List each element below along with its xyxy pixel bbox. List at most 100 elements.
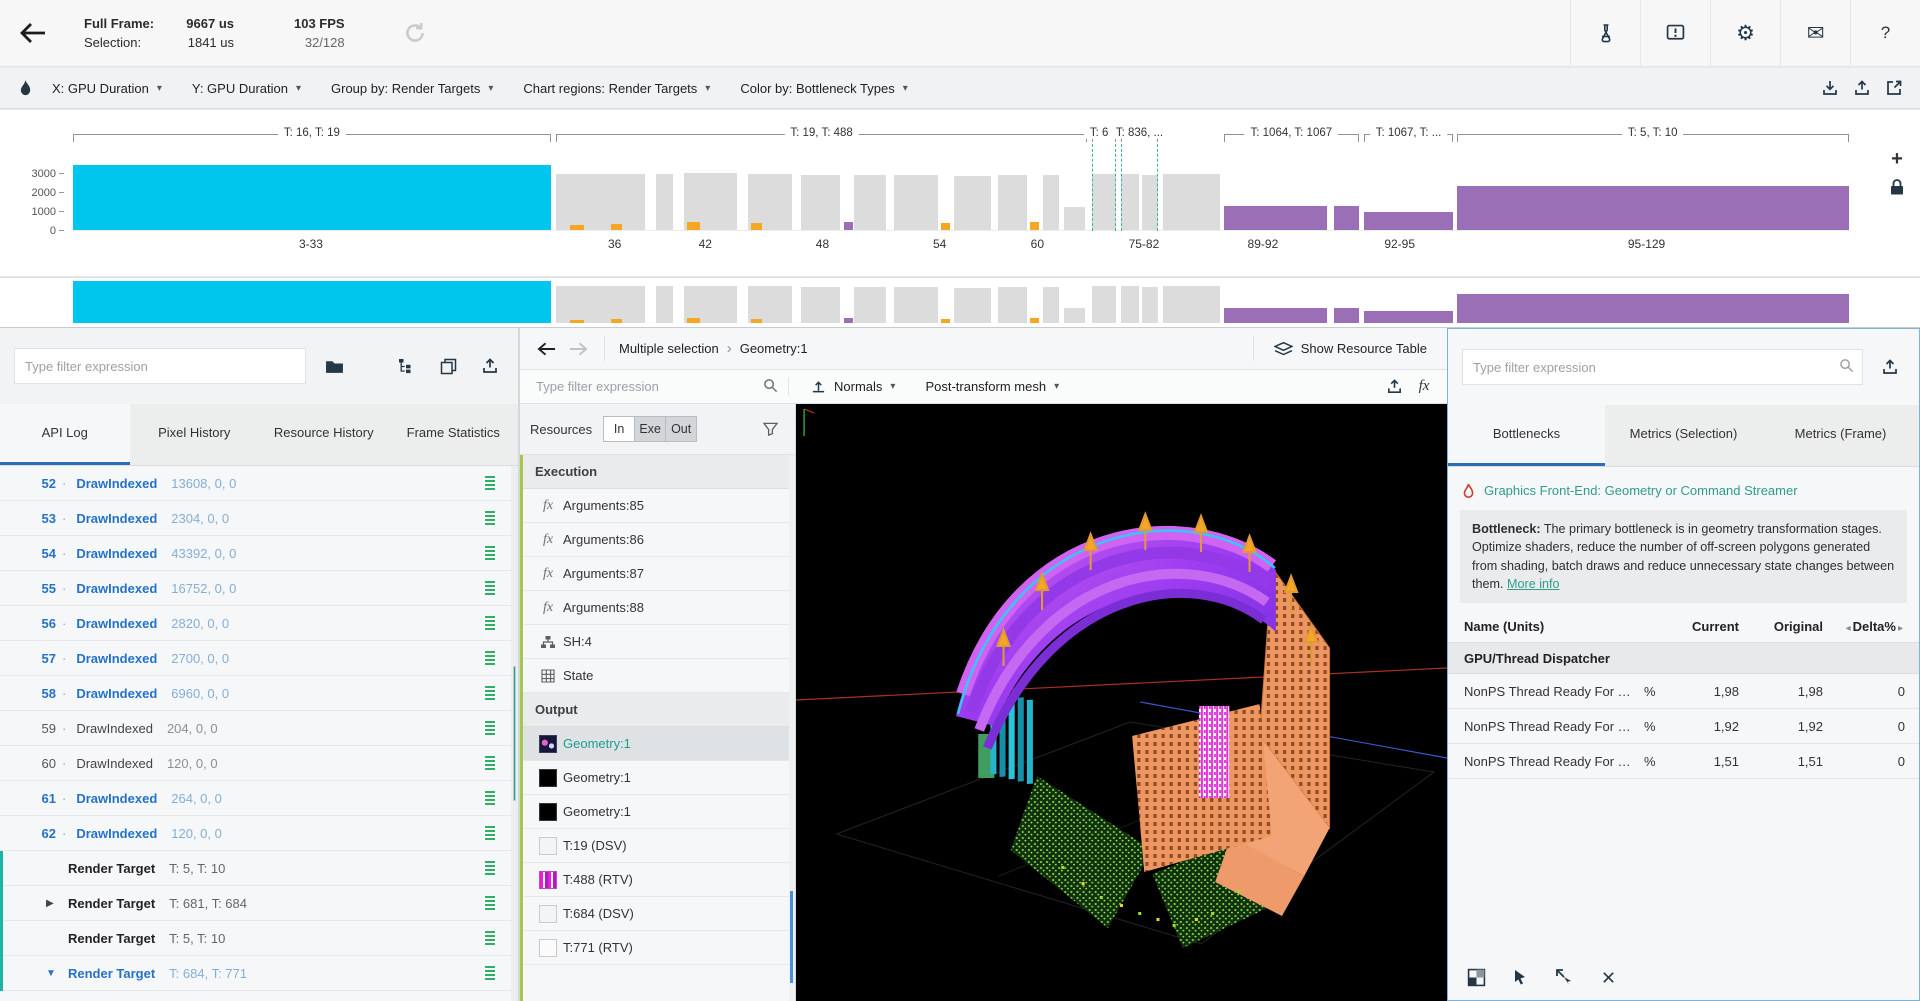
api-log-row[interactable]: 54·DrawIndexed43392, 0, 0 (0, 536, 511, 571)
chart-bar[interactable] (854, 175, 886, 230)
metrics-filter-input[interactable] (1462, 349, 1863, 385)
x-axis-dropdown[interactable]: X: GPU Duration ▾ (40, 73, 180, 103)
tab-metrics-frame[interactable]: Metrics (Frame) (1762, 405, 1919, 466)
chart-bar[interactable] (941, 319, 950, 323)
chart-bar[interactable] (998, 175, 1026, 230)
resource-item[interactable]: T:488 (RTV) (523, 863, 789, 897)
mesh-viewport[interactable] (796, 404, 1447, 1001)
settings-gear-icon[interactable]: ⚙ (1710, 0, 1780, 67)
toggle-exe[interactable]: Exe (634, 416, 666, 442)
y-axis-dropdown[interactable]: Y: GPU Duration ▾ (180, 73, 319, 103)
toggle-in[interactable]: In (603, 416, 635, 442)
chart-bar[interactable] (748, 286, 792, 323)
resource-item[interactable]: State (523, 659, 789, 693)
resource-item[interactable]: T:19 (DSV) (523, 829, 789, 863)
render-target-row[interactable]: ▼Render TargetT: 684, T: 771 (0, 956, 511, 991)
export-icon[interactable] (1846, 73, 1878, 103)
api-log-row[interactable]: 59·DrawIndexed204, 0, 0 (0, 711, 511, 746)
chart-bar[interactable] (556, 174, 645, 230)
chart-bar[interactable] (1224, 308, 1327, 324)
collapse-arrow-icon[interactable]: ▼ (46, 968, 68, 979)
chart-bar[interactable] (751, 319, 762, 323)
resource-item[interactable]: fxArguments:86 (523, 523, 789, 557)
resource-item[interactable]: fxArguments:87 (523, 557, 789, 591)
chart-bar[interactable] (1457, 186, 1849, 230)
saved-filters-folder-icon[interactable] (320, 351, 348, 381)
resource-item[interactable]: Geometry:1 (523, 761, 789, 795)
chart-bar[interactable] (1043, 287, 1059, 323)
resource-item[interactable]: fxArguments:85 (523, 489, 789, 523)
resource-scrollbar[interactable] (789, 455, 795, 1001)
back-button[interactable] (0, 0, 66, 67)
chart-minimap[interactable] (0, 277, 1920, 328)
tab-pixel-history[interactable]: Pixel History (130, 404, 260, 465)
chart-regions-dropdown[interactable]: Chart regions: Render Targets ▾ (511, 73, 728, 103)
history-back-button[interactable] (530, 333, 562, 365)
contact-mail-icon[interactable]: ✉ (1780, 0, 1850, 67)
chart-bar[interactable] (611, 224, 622, 230)
chart-bar[interactable] (570, 320, 584, 323)
resource-filter-input[interactable] (528, 373, 778, 401)
chart-bar[interactable] (1457, 294, 1849, 323)
chart-bar[interactable] (1364, 212, 1453, 230)
api-log-row[interactable]: 60·DrawIndexed120, 0, 0 (0, 746, 511, 781)
chart-bar[interactable] (1064, 207, 1085, 230)
render-target-row[interactable]: Render TargetT: 5, T: 10 (0, 851, 511, 886)
api-filter-input[interactable] (14, 348, 306, 384)
api-log-row[interactable]: 52·DrawIndexed13608, 0, 0 (0, 466, 511, 501)
resource-filter-field[interactable] (528, 379, 763, 394)
render-target-row[interactable]: Render TargetT: 5, T: 10 (0, 921, 511, 956)
normals-dropdown[interactable]: Normals ▾ (799, 372, 913, 402)
expand-arrow-icon[interactable]: ▶ (46, 898, 68, 909)
mesh-mode-dropdown[interactable]: Post-transform mesh ▾ (913, 372, 1077, 402)
chart-bar[interactable] (570, 225, 584, 230)
col-original-header[interactable]: Original (1739, 619, 1823, 634)
breadcrumb-multiple-selection[interactable]: Multiple selection (619, 341, 719, 356)
help-icon[interactable]: ? (1850, 0, 1920, 67)
chart-bar[interactable] (1364, 311, 1453, 323)
render-target-row[interactable]: ▶Render TargetT: 681, T: 684 (0, 886, 511, 921)
chart-bar[interactable] (844, 318, 853, 323)
tab-metrics-selection[interactable]: Metrics (Selection) (1605, 405, 1762, 466)
chart-bar[interactable] (1334, 206, 1359, 230)
chart-bar[interactable] (801, 287, 840, 323)
metrics-export-icon[interactable] (1875, 352, 1905, 382)
tab-bottlenecks[interactable]: Bottlenecks (1448, 405, 1605, 466)
chart-bar[interactable] (1121, 174, 1139, 230)
resource-item[interactable]: SH:4 (523, 625, 789, 659)
api-export-icon[interactable] (476, 351, 504, 381)
delta-left-arrow-icon[interactable]: ◂ (1846, 623, 1851, 634)
resource-item[interactable]: T:684 (DSV) (523, 897, 789, 931)
chart-bar[interactable] (1163, 286, 1220, 323)
chart-bar[interactable] (941, 223, 950, 230)
experiments-icon[interactable] (1570, 0, 1640, 67)
chart-bar[interactable] (894, 287, 938, 323)
api-log-row[interactable]: 53·DrawIndexed2304, 0, 0 (0, 501, 511, 536)
chart-bar[interactable] (1142, 287, 1158, 323)
tab-resource-history[interactable]: Resource History (259, 404, 389, 465)
chart-bar[interactable] (954, 288, 991, 323)
chart-bar[interactable] (748, 174, 792, 230)
metric-row[interactable]: NonPS Thread Ready For Di...%1,511,510 (1448, 744, 1919, 779)
chart-bar[interactable] (611, 319, 622, 323)
metric-row[interactable]: NonPS Thread Ready For Di...%1,921,920 (1448, 709, 1919, 744)
chart-bar[interactable] (854, 287, 886, 323)
resource-item[interactable]: T:771 (RTV) (523, 931, 789, 965)
metric-group-header[interactable]: GPU/Thread Dispatcher (1448, 642, 1919, 674)
color-by-dropdown[interactable]: Color by: Bottleneck Types ▾ (728, 73, 925, 103)
api-log-row[interactable]: 61·DrawIndexed264, 0, 0 (0, 781, 511, 816)
api-log-row[interactable]: 62·DrawIndexed120, 0, 0 (0, 816, 511, 851)
shader-fx-icon[interactable]: fx (1409, 372, 1439, 402)
metric-row[interactable]: NonPS Thread Ready For Di...%1,981,980 (1448, 674, 1919, 709)
scrollbar-thumb[interactable] (790, 891, 793, 983)
chart-bar[interactable] (1121, 286, 1139, 323)
chart-bar[interactable] (801, 175, 840, 230)
chart-bar[interactable] (73, 281, 551, 323)
api-log-row[interactable]: 56·DrawIndexed2820, 0, 0 (0, 606, 511, 641)
zoom-in-button[interactable]: + (1891, 148, 1903, 170)
chart-bar[interactable] (844, 222, 853, 230)
chart-bar[interactable] (556, 286, 645, 323)
resource-item[interactable]: Geometry:1 (523, 727, 789, 761)
group-by-dropdown[interactable]: Group by: Render Targets ▾ (319, 73, 511, 103)
chart-bar[interactable] (656, 286, 674, 323)
